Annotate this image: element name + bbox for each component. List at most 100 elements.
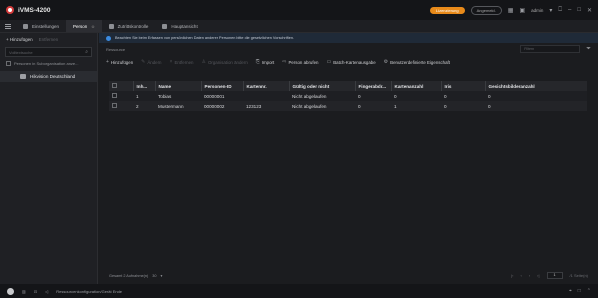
tab-einstellungen[interactable]: Einstellungen <box>16 20 66 32</box>
edit-label: Ändern <box>147 59 162 65</box>
col-card-count[interactable]: Kartenanzahl <box>390 81 441 91</box>
page-count: /1 Seite(n) <box>569 273 588 278</box>
monitor-icon[interactable]: ▦ <box>508 7 514 14</box>
delete-organization-button[interactable]: Entfernen <box>39 37 59 42</box>
tab-hauptansicht[interactable]: Hauptansicht <box>155 20 204 32</box>
custom-property-button[interactable]: ⚙ Benutzerdefinierte Eigenschaft <box>384 59 450 65</box>
prev-page-icon[interactable]: ‹ <box>520 273 521 278</box>
cell-iris: 0 <box>444 93 447 99</box>
tab-label: Person <box>73 23 88 29</box>
menu-icon[interactable] <box>5 23 11 29</box>
delete-person-button[interactable]: × Entfernen <box>170 59 194 65</box>
person-toolbar: + Hinzufügen ✎ Ändern × Entfernen ♙ Organisa… <box>99 55 598 69</box>
add-organization-button[interactable]: + Hinzufügen <box>6 37 33 42</box>
organization-panel: + Hinzufügen Entfernen ⌕ Personen in Sub… <box>0 33 98 284</box>
col-index[interactable]: Inh... <box>132 81 155 91</box>
custom-prop-label: Benutzerdefinierte Eigenschaft <box>390 59 450 65</box>
cell-name: Tobias <box>158 93 172 99</box>
col-iris[interactable]: Iris <box>440 81 485 91</box>
first-page-icon[interactable]: |‹ <box>511 273 513 278</box>
expand-icon[interactable]: □ <box>578 288 581 294</box>
page-number-input[interactable]: 1 <box>546 272 563 279</box>
change-org-label: Organisation ändern <box>207 59 248 65</box>
change-organization-button[interactable]: ♙ Organisation ändern <box>201 59 247 65</box>
per-page-select[interactable]: 30 <box>152 274 156 278</box>
audio-icon[interactable]: ◁ <box>45 289 48 294</box>
col-card-no[interactable]: Kartennr. <box>242 81 289 91</box>
person-table: Inh... Name Personen-ID Kartennr. Gültig… <box>109 81 587 111</box>
row-checkbox[interactable] <box>112 93 117 98</box>
get-person-button[interactable]: ⇨ Person abrufen <box>282 59 318 65</box>
chevron-down-icon[interactable]: ▾ <box>161 273 163 278</box>
license-badge[interactable]: Lizenzierung <box>429 6 465 14</box>
batch-card-button[interactable]: ▭ Batch-Kartenausgabe <box>326 59 375 65</box>
user-menu[interactable]: admin <box>531 8 543 13</box>
alarm-icon[interactable] <box>7 287 14 295</box>
title-bar: iVMS-4200 Lizenzierung Angemeld. ▦ ▣ adm… <box>0 0 598 20</box>
tab-zutrittskontrolle[interactable]: Zutrittskontrolle <box>102 20 156 32</box>
collapse-icon[interactable]: ⌃ <box>587 288 591 294</box>
filter-input[interactable]: Filtern <box>520 45 581 53</box>
close-tab-icon[interactable]: ⊗ <box>91 24 94 29</box>
select-all-header[interactable] <box>109 81 133 91</box>
search-icon[interactable]: ⌕ <box>85 49 88 55</box>
close-icon[interactable]: ✕ <box>587 7 592 14</box>
privacy-notice: Beachten Sie beim Erfassen von persönlic… <box>99 33 598 43</box>
resource-label: Ressource <box>106 46 126 52</box>
minimize-icon[interactable]: – <box>568 7 571 13</box>
cell-card-count: 1 <box>394 103 397 109</box>
settings-icon <box>23 23 28 29</box>
table-header-row: Inh... Name Personen-ID Kartennr. Gültig… <box>109 81 587 91</box>
app-window: iVMS-4200 Lizenzierung Angemeld. ▦ ▣ adm… <box>0 0 598 298</box>
delete-label: Entfernen <box>174 59 194 65</box>
cell-fingerprint: 0 <box>358 103 361 109</box>
cell-fingerprint: 0 <box>358 93 361 99</box>
select-all-checkbox[interactable] <box>112 83 117 88</box>
main-view-icon <box>162 23 168 29</box>
col-fingerprint[interactable]: Fingerabdr... <box>354 81 391 91</box>
cell-person-id: 00000001 <box>204 93 225 99</box>
notification-icon[interactable]: ▥ <box>22 289 26 294</box>
table-row[interactable]: 2 Mustermann 00000002 123123 Nicht abgel… <box>109 101 587 111</box>
row-select-cell[interactable] <box>109 101 133 111</box>
maximize-icon[interactable]: □ <box>577 7 581 13</box>
org-tree-item[interactable]: Hikvision Deutschland <box>0 71 97 82</box>
show-suborg-checkbox[interactable] <box>6 61 11 66</box>
event-icon[interactable]: ⊡ <box>34 289 37 294</box>
row-select-cell[interactable] <box>109 91 133 101</box>
edit-icon: ✎ <box>141 59 146 65</box>
table-row[interactable]: 1 Tobias 00000001 Nicht abgelaufen 0 0 0… <box>109 91 587 101</box>
chevron-down-icon[interactable]: ▾ <box>549 7 552 14</box>
lock-icon[interactable]: ⎕ <box>558 7 562 14</box>
pagination: |‹ ‹ › ›| 1 /1 Seite(n) <box>511 272 588 279</box>
show-suborg-checkbox-row[interactable]: Personen in Suborganisation anze... <box>0 58 97 69</box>
tab-label: Hauptansicht <box>171 23 198 29</box>
import-button[interactable]: ⎘ Import <box>256 59 274 65</box>
window-icon[interactable]: ▣ <box>519 7 525 14</box>
app-logo-icon <box>6 6 14 14</box>
card-icon: ▭ <box>326 59 332 65</box>
col-name[interactable]: Name <box>154 81 201 91</box>
person-icon: ♙ <box>201 59 206 65</box>
show-suborg-label: Personen in Suborganisation anze... <box>14 61 79 66</box>
filter-area: Filtern ⏷ <box>520 45 591 53</box>
row-checkbox[interactable] <box>112 103 117 108</box>
tab-person[interactable]: Person ⊗ <box>66 20 102 32</box>
cell-validity: Nicht abgelaufen <box>292 93 327 99</box>
cell-index: 1 <box>136 93 139 99</box>
table-footer: Gesamt 2 Aufnahme(n) 30 ▾ <box>109 273 163 279</box>
cell-face-count: 0 <box>488 103 491 109</box>
pin-icon[interactable]: ⌖ <box>569 288 572 294</box>
col-validity[interactable]: Gültig oder nicht <box>288 81 355 91</box>
info-icon <box>106 35 111 41</box>
col-face-count[interactable]: Gesichtsbilderanzahl <box>484 81 587 91</box>
last-page-icon[interactable]: ›| <box>537 273 539 278</box>
next-page-icon[interactable]: › <box>529 273 530 278</box>
tab-label: Einstellungen <box>32 23 60 29</box>
add-person-button[interactable]: + Hinzufügen <box>106 59 133 65</box>
login-status-badge[interactable]: Angemeld. <box>470 5 502 15</box>
col-person-id[interactable]: Personen-ID <box>200 81 243 91</box>
edit-person-button[interactable]: ✎ Ändern <box>141 59 161 65</box>
org-search-input[interactable] <box>9 49 86 55</box>
filter-icon[interactable]: ⏷ <box>586 46 591 53</box>
